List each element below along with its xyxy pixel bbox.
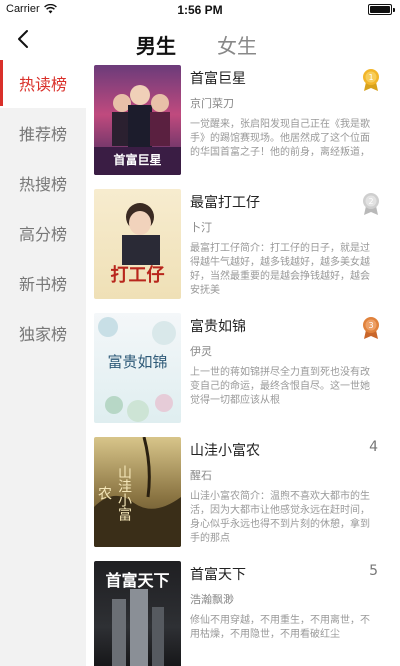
back-button[interactable] <box>10 26 36 52</box>
book-author: 醒石 <box>190 469 212 482</box>
sidebar-item-new-books[interactable]: 新书榜 <box>0 258 86 308</box>
cover-title: 山洼小富农 <box>96 465 132 521</box>
cover-title: 打工仔 <box>110 265 165 286</box>
nav-bar: 男生 女生 <box>0 20 400 60</box>
book-title: 首富天下 <box>190 567 246 583</box>
cover-title: 富贵如锦 <box>107 353 168 371</box>
book-title: 富贵如锦 <box>190 319 246 335</box>
status-time: 1:56 PM <box>177 3 223 17</box>
book-author: 京门菜刀 <box>190 97 234 110</box>
ranking-sidebar: 热读榜 推荐榜 热搜榜 高分榜 新书榜 独家榜 <box>0 58 86 666</box>
list-item[interactable]: 首富天下 首富天下 浩瀚飘渺 修仙不用穿越，不用重生，不用离世，不用枯燥，不用隐… <box>86 554 400 666</box>
gold-medal-icon: 1 <box>362 68 380 92</box>
list-item[interactable]: 山洼小富农 山洼小富农 醒石 山洼小富农简介：温煦不喜欢大都市的生活，因为大都市… <box>86 430 400 554</box>
cover-title: 首富巨星 <box>113 153 162 167</box>
rank-number: 4 <box>369 439 378 455</box>
chevron-left-icon <box>18 30 28 48</box>
sidebar-item-hot-search[interactable]: 热搜榜 <box>0 158 86 208</box>
sidebar-item-high-score[interactable]: 高分榜 <box>0 208 86 258</box>
book-cover: 富贵如锦 <box>94 313 181 423</box>
rank-number: 3 <box>368 321 373 330</box>
rank-number: 1 <box>368 73 373 82</box>
bronze-medal-icon: 3 <box>362 316 380 340</box>
book-cover: 首富天下 <box>94 561 181 666</box>
list-item[interactable]: 首富巨星 首富巨星 京门菜刀 一觉醒来，张启阳发现自己正在《我是歌手》的踢馆赛现… <box>86 58 400 182</box>
list-item[interactable]: 打工仔 最富打工仔 卜汀 最富打工仔简介：打工仔的日子，就是过得越牛气越好，越多… <box>86 182 400 306</box>
book-description: 上一世的蒋如锦拼尽全力直到死也没有改变自己的命运，最终含恨自尽。这一世她觉得一切… <box>190 367 370 406</box>
cover-title: 首富天下 <box>105 571 170 590</box>
book-author: 卜汀 <box>190 221 212 234</box>
book-author: 浩瀚飘渺 <box>190 593 234 606</box>
rank-number: 2 <box>368 197 373 206</box>
book-title: 首富巨星 <box>190 71 246 87</box>
tab-female[interactable]: 女生 <box>217 30 257 59</box>
sidebar-item-hot-read[interactable]: 热读榜 <box>0 58 86 108</box>
silver-medal-icon: 2 <box>362 192 380 216</box>
rank-number: 5 <box>369 563 378 579</box>
list-item[interactable]: 富贵如锦 富贵如锦 伊灵 上一世的蒋如锦拼尽全力直到死也没有改变自己的命运，最终… <box>86 306 400 430</box>
book-description: 山洼小富农简介：温煦不喜欢大都市的生活，因为大都市让他感觉永远在赶时间，身心似乎… <box>190 491 370 544</box>
book-cover: 山洼小富农 <box>94 437 181 547</box>
battery-icon <box>368 4 395 15</box>
book-description: 最富打工仔简介：打工仔的日子，就是过得越牛气越好，越多钱越好，越多美女越好，当然… <box>190 243 370 296</box>
book-cover: 打工仔 <box>94 189 181 299</box>
book-description: 一觉醒来，张启阳发现自己正在《我是歌手》的踢馆赛现场。他居然成了这个位面的华国首… <box>190 119 370 158</box>
tab-male[interactable]: 男生 <box>136 30 176 59</box>
book-title: 山洼小富农 <box>190 443 260 459</box>
sidebar-item-exclusive[interactable]: 独家榜 <box>0 308 86 358</box>
book-cover: 首富巨星 <box>94 65 181 175</box>
book-author: 伊灵 <box>190 345 212 358</box>
sidebar-item-recommend[interactable]: 推荐榜 <box>0 108 86 158</box>
book-title: 最富打工仔 <box>190 195 260 211</box>
status-bar: Carrier 1:56 PM <box>0 0 400 20</box>
book-description: 修仙不用穿越，不用重生，不用离世，不用枯燥，不用隐世，不用看破红尘 <box>190 615 370 640</box>
book-list: 首富巨星 首富巨星 京门菜刀 一觉醒来，张启阳发现自己正在《我是歌手》的踢馆赛现… <box>86 58 400 666</box>
